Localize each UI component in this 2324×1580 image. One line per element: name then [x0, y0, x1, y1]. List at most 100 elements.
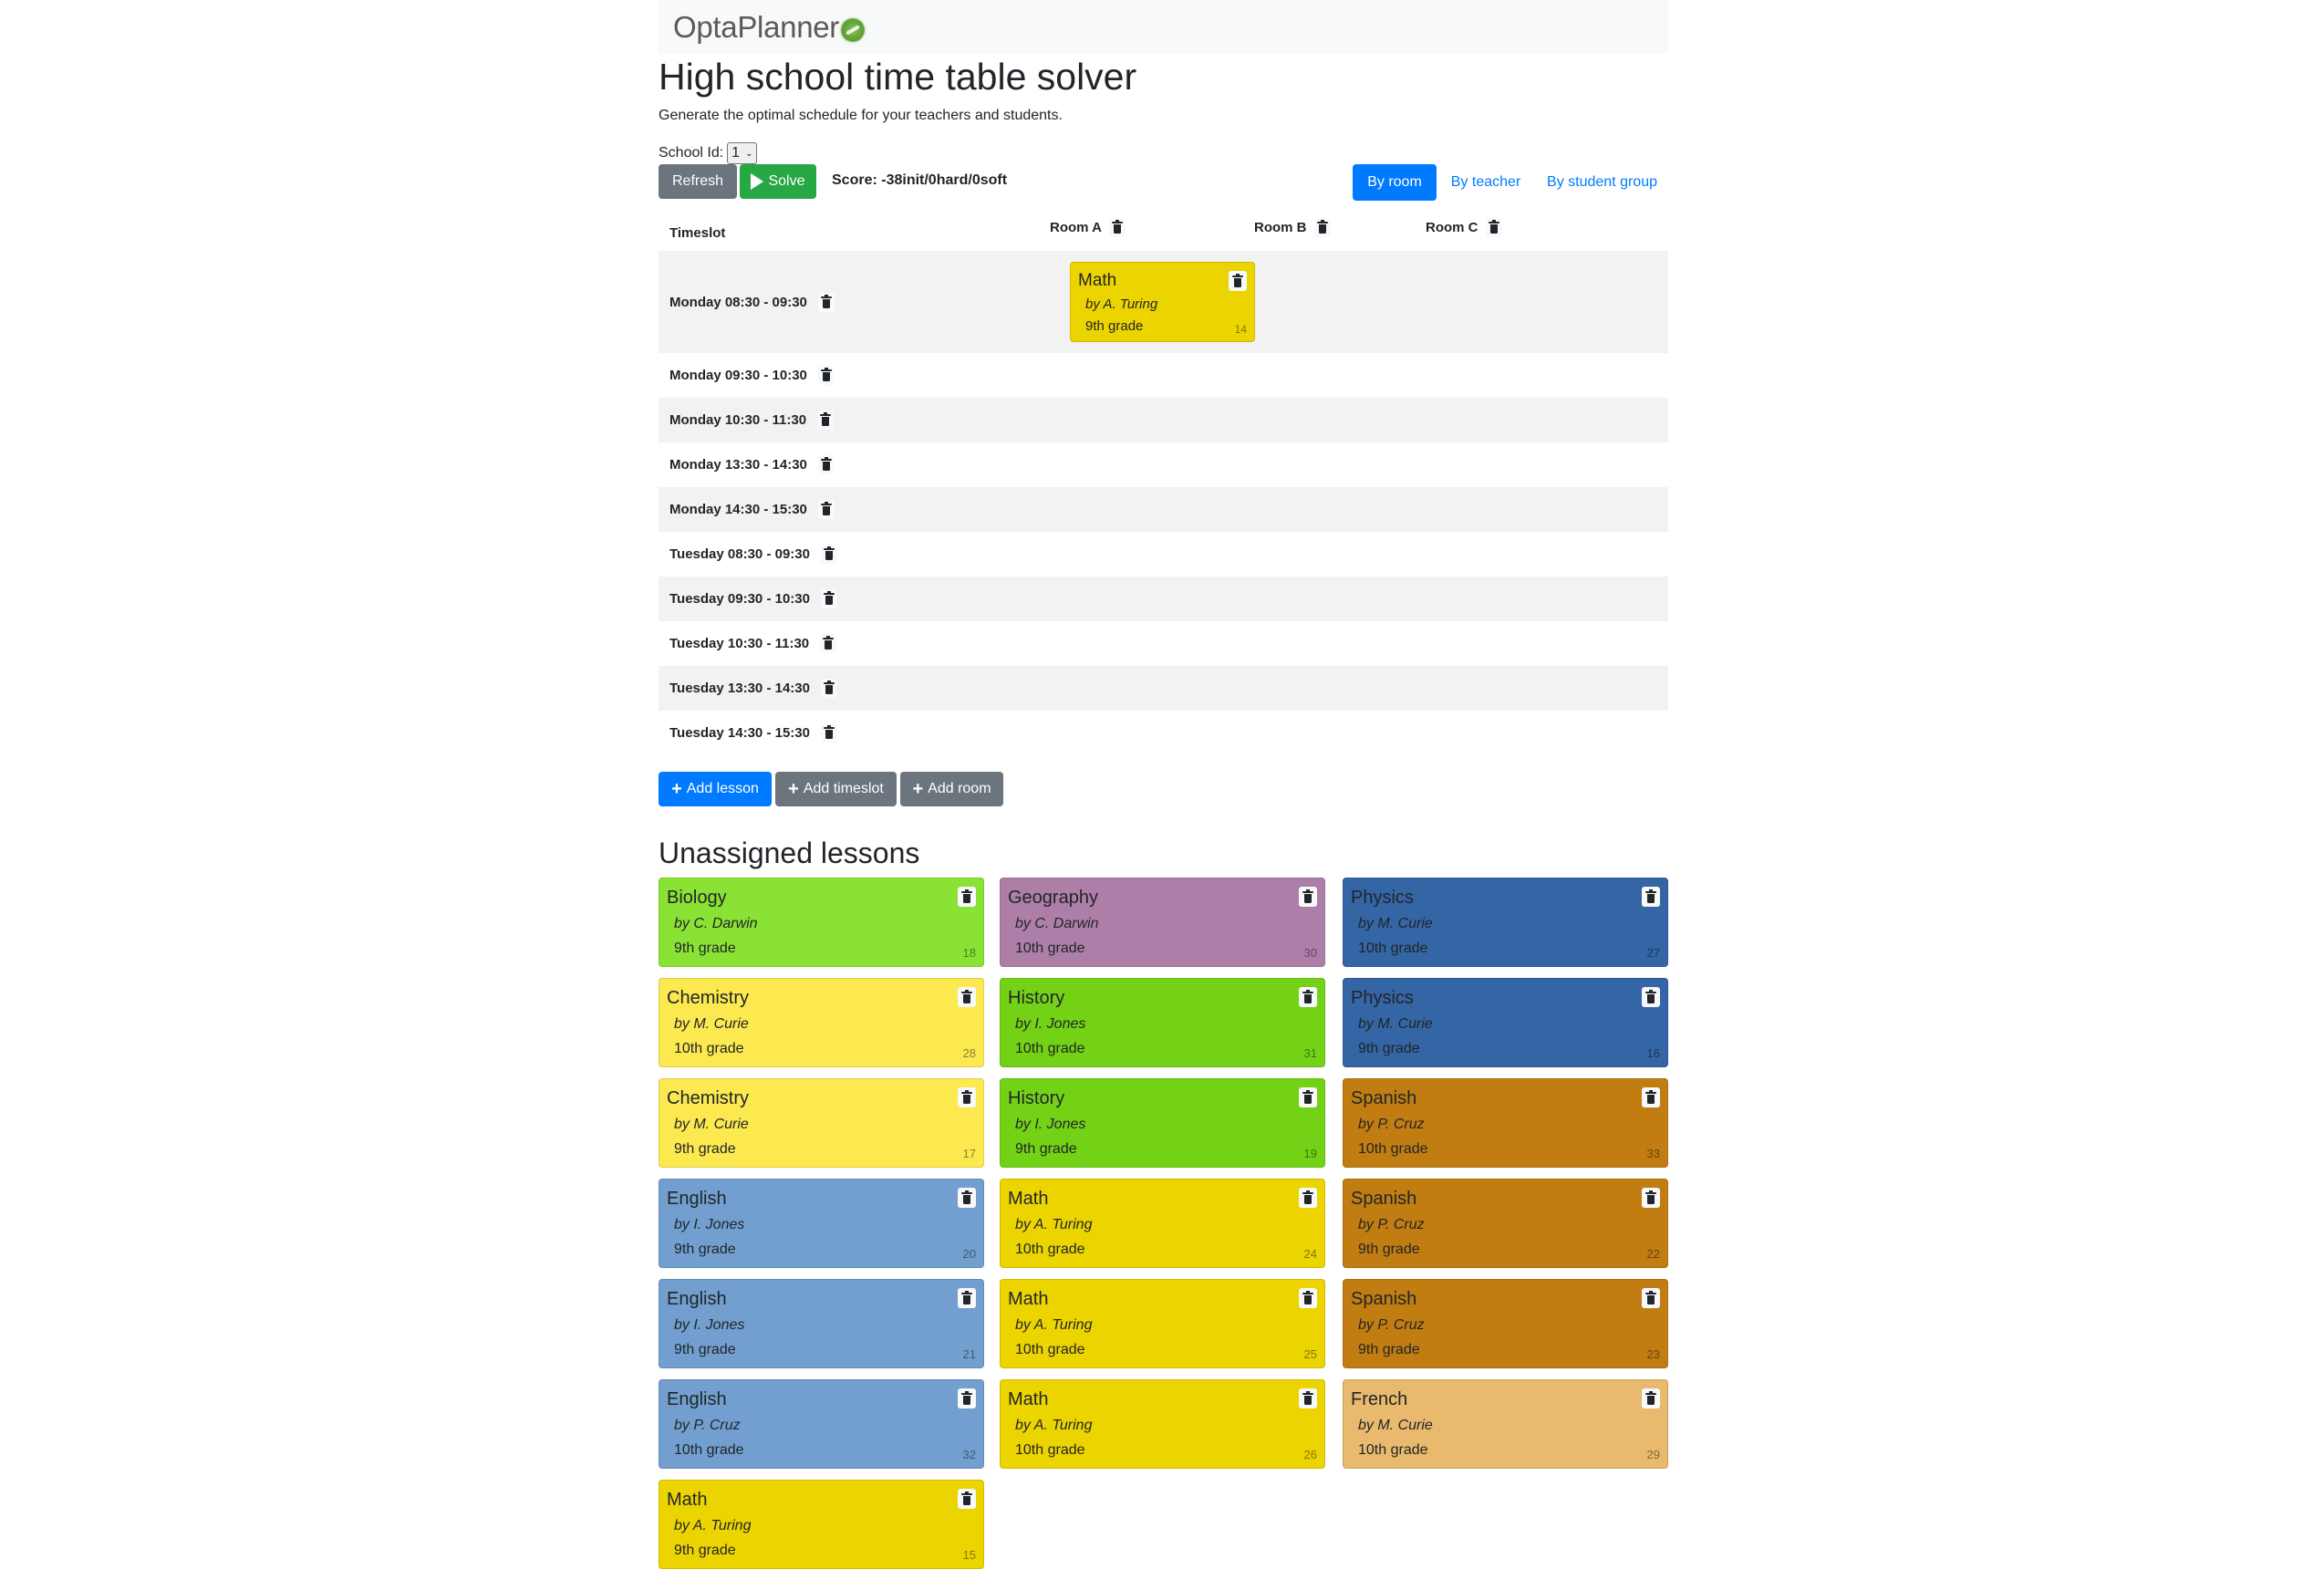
- lesson-subject: Spanish: [1351, 1289, 1417, 1309]
- delete-lesson-button[interactable]: [1299, 1288, 1317, 1308]
- delete-lesson-button[interactable]: [1642, 1188, 1660, 1208]
- delete-timeslot-button[interactable]: [820, 723, 837, 743]
- room-label: Room A: [1050, 220, 1102, 235]
- delete-timeslot-button[interactable]: [817, 500, 835, 519]
- timeslot-cell: Monday 08:30 - 09:30: [669, 251, 835, 353]
- delete-timeslot-button[interactable]: [820, 679, 837, 698]
- trash-icon: [1645, 989, 1656, 1003]
- delete-lesson-button[interactable]: [958, 1288, 976, 1308]
- delete-timeslot-button[interactable]: [817, 292, 835, 312]
- lesson-card[interactable]: Biology by C. Darwin 9th grade 18: [659, 878, 984, 967]
- timeslot-label: Monday 14:30 - 15:30: [669, 502, 807, 517]
- lesson-card[interactable]: History by I. Jones 10th grade 31: [1000, 978, 1325, 1067]
- delete-lesson-button[interactable]: [958, 1489, 976, 1509]
- tab-by-room[interactable]: By room: [1353, 164, 1437, 201]
- timeslot-cell: Monday 10:30 - 11:30: [669, 398, 835, 442]
- delete-lesson-button[interactable]: [958, 1188, 976, 1208]
- delete-lesson-button[interactable]: [1642, 1087, 1660, 1107]
- lesson-card[interactable]: English by I. Jones 9th grade 20: [659, 1179, 984, 1268]
- delete-room-button[interactable]: [1108, 218, 1126, 237]
- lesson-student-group: 10th grade: [1015, 1342, 1085, 1357]
- timeslot-cell: Monday 14:30 - 15:30: [669, 487, 835, 532]
- add-lesson-button[interactable]: + Add lesson: [659, 772, 772, 806]
- lesson-subject: English: [667, 1189, 727, 1209]
- trash-icon: [961, 1190, 972, 1204]
- delete-timeslot-button[interactable]: [820, 634, 837, 653]
- play-icon: [751, 173, 764, 190]
- lesson-card[interactable]: Physics by M. Curie 9th grade 16: [1343, 978, 1668, 1067]
- school-id-label: School Id:: [659, 145, 724, 161]
- tab-by-student-group[interactable]: By student group: [1536, 164, 1668, 201]
- lesson-card[interactable]: Chemistry by M. Curie 10th grade 28: [659, 978, 984, 1067]
- delete-lesson-button[interactable]: [1642, 1288, 1660, 1308]
- delete-lesson-button[interactable]: [1299, 1388, 1317, 1408]
- timeslot-label: Tuesday 13:30 - 14:30: [669, 681, 810, 696]
- lesson-card[interactable]: Math by A. Turing 10th grade 24: [1000, 1179, 1325, 1268]
- delete-lesson-button[interactable]: [1642, 887, 1660, 907]
- lesson-subject: Spanish: [1351, 1088, 1417, 1108]
- lesson-card[interactable]: English by I. Jones 9th grade 21: [659, 1279, 984, 1368]
- lesson-card[interactable]: Math by A. Turing 10th grade 26: [1000, 1379, 1325, 1469]
- timeslot-cell: Tuesday 08:30 - 09:30: [669, 532, 837, 577]
- optaplanner-leaf-icon: [841, 17, 865, 42]
- lesson-id: 18: [962, 946, 976, 960]
- timetable-row: Tuesday 13:30 - 14:30: [659, 666, 1668, 711]
- delete-lesson-button[interactable]: [958, 887, 976, 907]
- delete-lesson-button[interactable]: [1299, 1087, 1317, 1107]
- timetable: Timeslot Room A Room B Room C Monday 08:…: [659, 210, 1668, 755]
- delete-lesson-button[interactable]: [1299, 1188, 1317, 1208]
- lesson-teacher: by I. Jones: [1015, 1117, 1086, 1132]
- trash-icon: [1645, 889, 1656, 903]
- lesson-student-group: 9th grade: [1358, 1041, 1420, 1056]
- lesson-card[interactable]: Physics by M. Curie 10th grade 27: [1343, 878, 1668, 967]
- lesson-subject: Math: [1008, 1389, 1049, 1409]
- logo[interactable]: OptaPlanner: [673, 10, 839, 45]
- trash-icon: [823, 725, 835, 739]
- delete-lesson-button[interactable]: [958, 1388, 976, 1408]
- lesson-card[interactable]: Spanish by P. Cruz 10th grade 33: [1343, 1078, 1668, 1168]
- trash-icon: [961, 1491, 972, 1505]
- add-timeslot-button[interactable]: + Add timeslot: [775, 772, 897, 806]
- school-id-value: 1: [731, 145, 741, 161]
- lesson-card[interactable]: History by I. Jones 9th grade 19: [1000, 1078, 1325, 1168]
- lesson-student-group: 10th grade: [1015, 1442, 1085, 1458]
- delete-timeslot-button[interactable]: [817, 366, 835, 385]
- refresh-button[interactable]: Refresh: [659, 164, 737, 199]
- delete-room-button[interactable]: [1485, 218, 1502, 237]
- delete-timeslot-button[interactable]: [817, 455, 835, 474]
- lesson-card[interactable]: Math by A. Turing 9th grade 15: [659, 1480, 984, 1569]
- lesson-card[interactable]: Math by A. Turing 10th grade 25: [1000, 1279, 1325, 1368]
- lesson-student-group: 9th grade: [674, 1543, 736, 1558]
- lesson-card[interactable]: English by P. Cruz 10th grade 32: [659, 1379, 984, 1469]
- lesson-card[interactable]: French by M. Curie 10th grade 29: [1343, 1379, 1668, 1469]
- add-room-button[interactable]: + Add room: [900, 772, 1003, 806]
- delete-lesson-button[interactable]: [1229, 271, 1247, 291]
- lesson-id: 32: [962, 1448, 976, 1461]
- lesson-card[interactable]: Spanish by P. Cruz 9th grade 23: [1343, 1279, 1668, 1368]
- delete-room-button[interactable]: [1313, 218, 1331, 237]
- tab-by-teacher[interactable]: By teacher: [1439, 164, 1532, 201]
- unassigned-heading: Unassigned lessons: [659, 837, 920, 869]
- delete-timeslot-button[interactable]: [820, 589, 837, 608]
- lesson-card[interactable]: Spanish by P. Cruz 9th grade 22: [1343, 1179, 1668, 1268]
- lesson-id: 19: [1303, 1147, 1317, 1160]
- delete-lesson-button[interactable]: [1642, 1388, 1660, 1408]
- solve-button[interactable]: Solve: [740, 164, 816, 199]
- trash-icon: [1645, 1390, 1656, 1405]
- delete-timeslot-button[interactable]: [820, 545, 837, 564]
- delete-lesson-button[interactable]: [1299, 987, 1317, 1007]
- lesson-id: 30: [1303, 946, 1317, 960]
- timeslot-cell: Tuesday 10:30 - 11:30: [669, 621, 837, 666]
- add-lesson-label: Add lesson: [686, 781, 759, 796]
- lesson-card[interactable]: Chemistry by M. Curie 9th grade 17: [659, 1078, 984, 1168]
- delete-timeslot-button[interactable]: [817, 411, 835, 430]
- trash-icon: [1302, 1290, 1313, 1305]
- school-id-select[interactable]: 1 ⌄: [727, 142, 758, 164]
- lesson-card[interactable]: Geography by C. Darwin 10th grade 30: [1000, 878, 1325, 967]
- lesson-id: 16: [1646, 1046, 1660, 1060]
- delete-lesson-button[interactable]: [958, 1087, 976, 1107]
- delete-lesson-button[interactable]: [1642, 987, 1660, 1007]
- delete-lesson-button[interactable]: [1299, 887, 1317, 907]
- lesson-card[interactable]: Math by A. Turing 9th grade 14: [1070, 262, 1255, 342]
- delete-lesson-button[interactable]: [958, 987, 976, 1007]
